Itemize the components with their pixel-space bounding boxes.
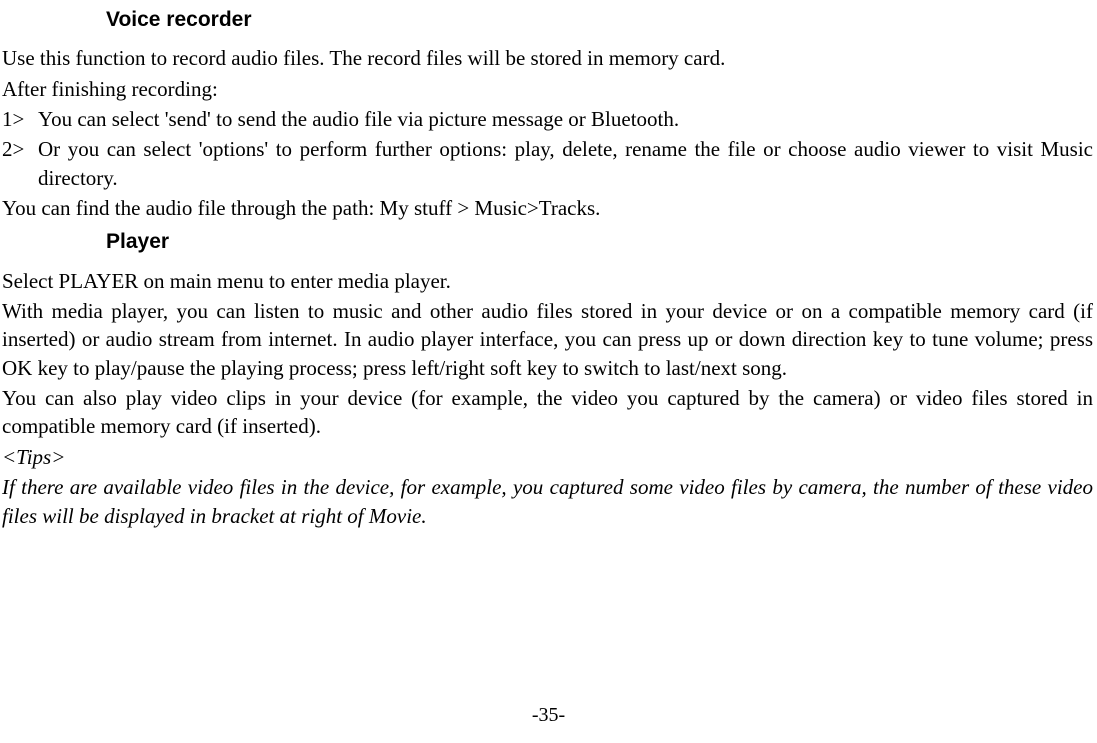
vr-list: 1> You can select 'send' to send the aud…	[2, 105, 1093, 192]
heading-voice-recorder: Voice recorder	[106, 6, 1093, 34]
player-video: You can also play video clips in your de…	[2, 384, 1093, 441]
vr-intro: Use this function to record audio files.…	[2, 44, 1093, 72]
list-item: 1> You can select 'send' to send the aud…	[2, 105, 1093, 133]
vr-path: You can find the audio file through the …	[2, 194, 1093, 222]
list-body: You can select 'send' to send the audio …	[38, 105, 1093, 133]
list-marker: 2>	[2, 135, 38, 192]
player-select: Select PLAYER on main menu to enter medi…	[2, 267, 1093, 295]
vr-after: After finishing recording:	[2, 75, 1093, 103]
page-number: -35-	[0, 702, 1097, 729]
tips-label: <Tips>	[2, 443, 1093, 471]
list-body: Or you can select 'options' to perform f…	[38, 135, 1093, 192]
list-item: 2> Or you can select 'options' to perfor…	[2, 135, 1093, 192]
list-marker: 1>	[2, 105, 38, 133]
tips-body: If there are available video files in th…	[2, 473, 1093, 530]
heading-player: Player	[106, 228, 1093, 256]
player-media: With media player, you can listen to mus…	[2, 297, 1093, 382]
